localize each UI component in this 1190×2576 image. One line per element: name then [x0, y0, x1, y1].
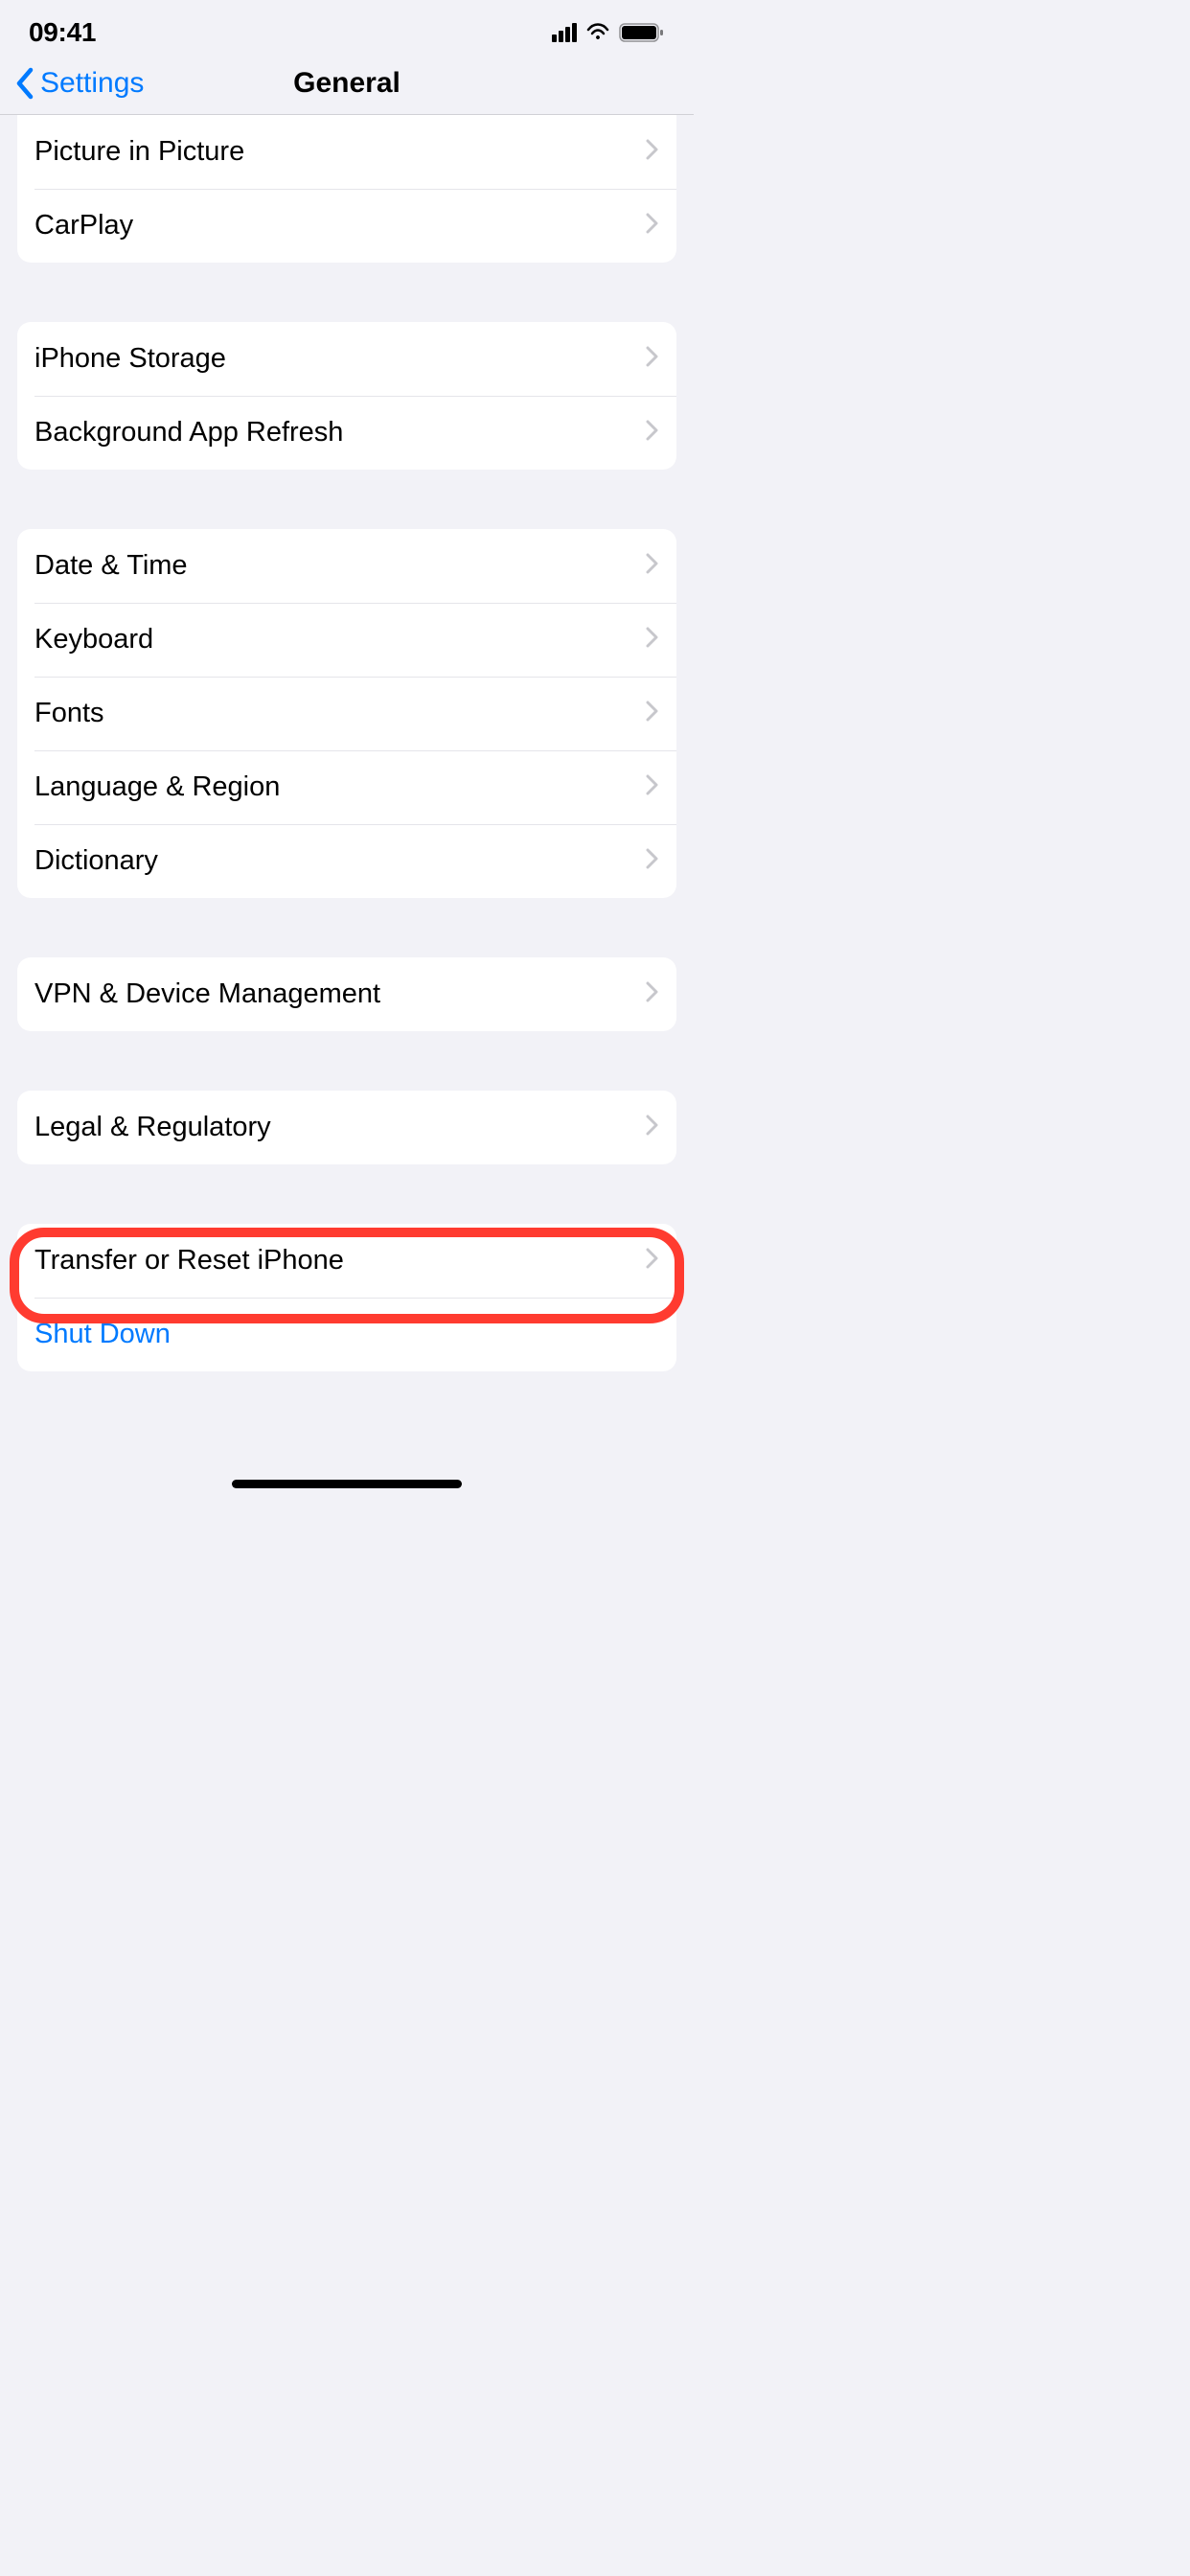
row-label: Keyboard	[34, 624, 153, 656]
row-background-app-refresh[interactable]: Background App Refresh	[17, 396, 676, 470]
settings-section: Legal & Regulatory	[17, 1091, 676, 1164]
settings-section: iPhone Storage Background App Refresh	[17, 322, 676, 470]
chevron-right-icon	[646, 418, 659, 448]
chevron-right-icon	[646, 551, 659, 581]
row-label: iPhone Storage	[34, 343, 226, 375]
row-label: Language & Region	[34, 771, 280, 803]
status-bar: 09:41	[0, 0, 694, 53]
chevron-left-icon	[15, 67, 34, 100]
row-legal-regulatory[interactable]: Legal & Regulatory	[17, 1091, 676, 1164]
row-picture-in-picture[interactable]: Picture in Picture	[17, 115, 676, 189]
back-button[interactable]: Settings	[15, 67, 144, 100]
page-title: General	[293, 67, 400, 100]
row-label: VPN & Device Management	[34, 978, 380, 1010]
settings-section: VPN & Device Management	[17, 957, 676, 1031]
row-shut-down[interactable]: Shut Down	[17, 1298, 676, 1371]
chevron-right-icon	[646, 625, 659, 655]
home-indicator[interactable]	[232, 1480, 462, 1488]
chevron-right-icon	[646, 979, 659, 1009]
status-time: 09:41	[29, 17, 96, 48]
settings-section: Transfer or Reset iPhone Shut Down	[17, 1224, 676, 1371]
row-label: Shut Down	[34, 1319, 171, 1350]
back-label: Settings	[40, 67, 144, 100]
settings-section: Picture in Picture CarPlay	[17, 115, 676, 263]
content-scroll[interactable]: Picture in Picture CarPlay iPhone Storag…	[0, 115, 694, 1371]
status-icons	[552, 22, 665, 43]
row-label: Legal & Regulatory	[34, 1112, 271, 1143]
row-label: Date & Time	[34, 550, 188, 582]
row-label: Dictionary	[34, 845, 158, 877]
chevron-right-icon	[646, 137, 659, 167]
row-dictionary[interactable]: Dictionary	[17, 824, 676, 898]
cellular-signal-icon	[552, 23, 577, 42]
navigation-bar: Settings General	[0, 53, 694, 115]
chevron-right-icon	[646, 1246, 659, 1276]
chevron-right-icon	[646, 772, 659, 802]
row-label: Fonts	[34, 698, 104, 729]
row-label: CarPlay	[34, 210, 133, 242]
chevron-right-icon	[646, 344, 659, 374]
row-language-region[interactable]: Language & Region	[17, 750, 676, 824]
row-label: Picture in Picture	[34, 136, 244, 168]
row-label: Background App Refresh	[34, 417, 343, 448]
chevron-right-icon	[646, 846, 659, 876]
row-date-time[interactable]: Date & Time	[17, 529, 676, 603]
row-vpn-device-management[interactable]: VPN & Device Management	[17, 957, 676, 1031]
row-carplay[interactable]: CarPlay	[17, 189, 676, 263]
battery-icon	[619, 22, 665, 43]
wifi-icon	[584, 22, 611, 43]
chevron-right-icon	[646, 211, 659, 241]
row-transfer-or-reset-iphone[interactable]: Transfer or Reset iPhone	[17, 1224, 676, 1298]
chevron-right-icon	[646, 1113, 659, 1142]
row-keyboard[interactable]: Keyboard	[17, 603, 676, 677]
chevron-right-icon	[646, 699, 659, 728]
settings-section: Date & Time Keyboard Fonts Language & Re…	[17, 529, 676, 898]
row-iphone-storage[interactable]: iPhone Storage	[17, 322, 676, 396]
row-label: Transfer or Reset iPhone	[34, 1245, 344, 1276]
row-fonts[interactable]: Fonts	[17, 677, 676, 750]
